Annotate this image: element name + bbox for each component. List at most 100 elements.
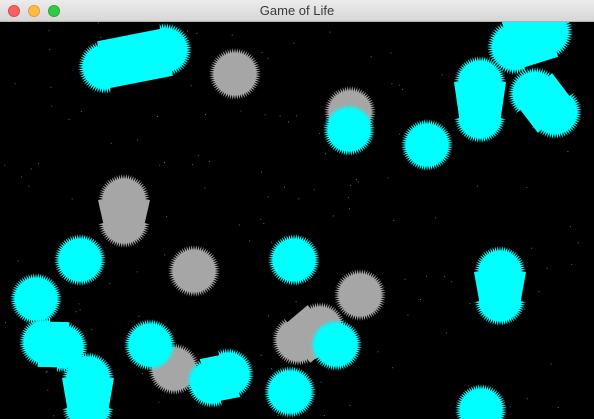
star-dot <box>329 31 331 33</box>
live-cell[interactable] <box>474 246 526 326</box>
star-dot <box>399 84 401 86</box>
star-dot <box>526 187 528 188</box>
live-cell[interactable] <box>508 67 582 139</box>
window-title: Game of Life <box>259 3 335 18</box>
game-board[interactable] <box>0 22 594 419</box>
star-dot <box>268 315 270 317</box>
star-dot <box>30 168 32 170</box>
star-dot <box>166 215 168 217</box>
star-dot <box>538 291 540 293</box>
star-dot <box>546 267 548 269</box>
star-dot <box>5 322 6 324</box>
star-dot <box>164 254 166 256</box>
star-dot <box>577 242 579 244</box>
star-dot <box>469 303 471 304</box>
star-dot <box>100 36 102 38</box>
star-dot <box>531 247 533 249</box>
star-dot <box>277 415 279 417</box>
live-cell[interactable] <box>10 273 62 325</box>
dying-cell[interactable] <box>334 269 386 321</box>
star-dot <box>298 198 300 200</box>
title-bar[interactable]: Game of Life <box>0 0 594 22</box>
star-dot <box>208 161 210 162</box>
star-dot <box>156 116 158 117</box>
star-dot <box>240 110 242 112</box>
star-dot <box>187 30 188 32</box>
star-dot <box>109 283 111 285</box>
live-cell[interactable] <box>124 319 176 371</box>
star-dot <box>260 218 262 220</box>
star-dot <box>288 121 289 123</box>
live-cell[interactable] <box>264 366 316 418</box>
star-dot <box>192 163 194 165</box>
star-dot <box>532 127 534 128</box>
live-cell[interactable] <box>78 23 192 94</box>
star-dot <box>97 22 99 24</box>
star-dot <box>284 186 285 188</box>
star-dot <box>347 197 349 199</box>
star-dot <box>350 185 352 187</box>
star-dot <box>249 240 250 242</box>
cell-layer <box>10 22 582 419</box>
star-dot <box>79 309 81 311</box>
star-dot <box>313 189 315 191</box>
live-cell[interactable] <box>54 234 106 286</box>
star-dot <box>450 281 452 283</box>
live-cell[interactable] <box>454 56 506 143</box>
live-cell[interactable] <box>310 319 362 371</box>
star-dot <box>50 86 52 88</box>
star-dot <box>404 278 406 280</box>
star-dot <box>78 303 80 305</box>
star-dot <box>159 164 161 166</box>
dying-cell[interactable] <box>209 48 261 100</box>
star-dot <box>332 215 334 217</box>
live-cell[interactable] <box>487 22 573 75</box>
star-dot <box>526 398 528 400</box>
live-cell[interactable] <box>323 104 375 156</box>
star-dot <box>17 260 19 262</box>
star-dot <box>164 162 165 163</box>
star-dot <box>80 110 82 112</box>
star-dot <box>75 311 77 313</box>
star-dot <box>136 271 138 273</box>
star-dot <box>190 85 192 87</box>
star-dot <box>425 275 427 277</box>
star-dot <box>399 133 401 135</box>
star-dot <box>136 139 138 141</box>
star-dot <box>295 301 297 302</box>
star-dot <box>91 328 93 330</box>
star-dot <box>264 114 266 116</box>
star-dot <box>267 196 269 198</box>
star-dot <box>567 151 569 152</box>
star-dot <box>324 153 326 155</box>
star-dot <box>260 354 262 356</box>
star-dot <box>14 83 16 85</box>
star-dot <box>68 118 70 120</box>
star-dot <box>443 276 445 278</box>
star-dot <box>467 385 469 387</box>
star-dot <box>231 34 233 36</box>
star-dot <box>46 370 48 372</box>
live-cell[interactable] <box>455 384 507 419</box>
star-dot <box>158 401 160 403</box>
star-dot <box>349 208 350 210</box>
star-dot <box>71 198 73 200</box>
dying-cell[interactable] <box>98 174 150 248</box>
star-dot <box>271 241 272 243</box>
star-dot <box>349 405 351 406</box>
dying-cell[interactable] <box>168 245 220 297</box>
star-dot <box>296 115 298 117</box>
star-dot <box>355 179 357 180</box>
star-dot <box>420 299 421 300</box>
star-dot <box>204 114 206 115</box>
star-dot <box>293 42 295 44</box>
star-dot <box>407 314 409 316</box>
star-dot <box>393 220 395 221</box>
live-cell[interactable] <box>268 234 320 286</box>
star-dot <box>391 83 393 85</box>
star-dot <box>318 132 320 134</box>
star-dot <box>377 351 379 353</box>
live-cell[interactable] <box>401 119 453 171</box>
star-dot <box>141 373 143 374</box>
star-dot <box>47 389 49 391</box>
